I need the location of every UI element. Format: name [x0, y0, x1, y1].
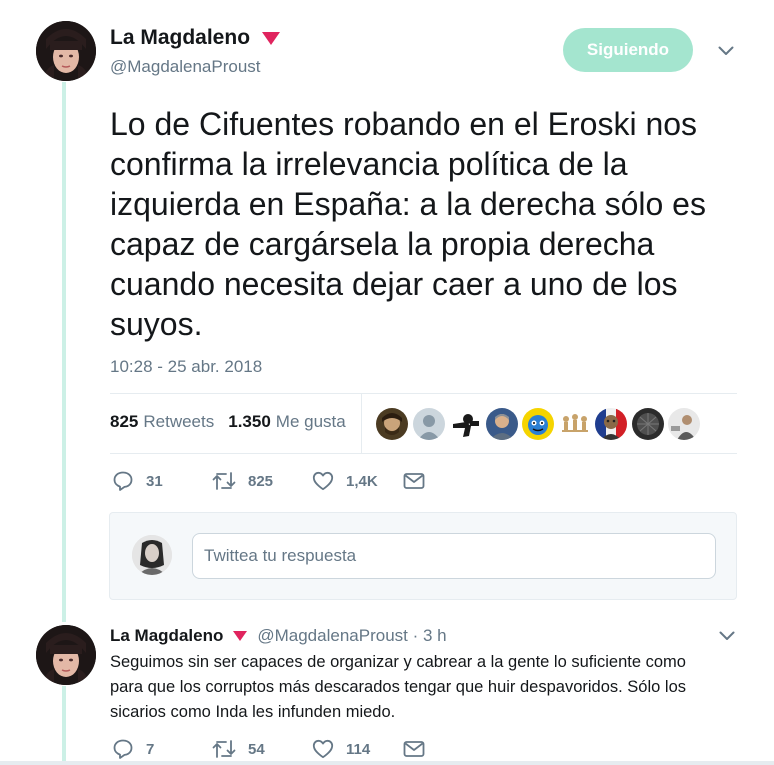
like-action[interactable]: 114 [312, 739, 403, 759]
likes-label[interactable]: Me gusta [276, 412, 346, 432]
reply-action[interactable]: 7 [112, 738, 212, 760]
liker-avatar[interactable] [485, 408, 518, 440]
retweet-icon [212, 472, 236, 490]
like-action[interactable]: 1,4K [312, 471, 403, 491]
tweet-stats: 825 Retweets 1.350 Me gusta [110, 412, 346, 432]
retweets-label[interactable]: Retweets [143, 412, 214, 432]
stats-separator [361, 393, 362, 454]
reply-header: La Magdaleno @MagdalenaProust · 3 h [110, 626, 447, 646]
liker-avatar[interactable] [412, 408, 445, 440]
likes-count[interactable]: 1.350 [228, 412, 271, 432]
retweets-count[interactable]: 825 [110, 412, 138, 432]
liker-avatar[interactable] [595, 408, 627, 440]
divider [110, 453, 737, 454]
retweet-action[interactable]: 825 [212, 470, 312, 492]
retweet-count: 825 [248, 472, 274, 490]
liker-avatar[interactable] [449, 408, 481, 440]
liker-avatar[interactable] [631, 408, 664, 440]
triangle-badge-icon [262, 31, 281, 45]
reply-input[interactable] [192, 533, 716, 579]
liker-avatar[interactable] [668, 408, 700, 440]
reply-count: 31 [146, 472, 163, 490]
author-name[interactable]: La Magdaleno [110, 26, 281, 50]
bottom-border [0, 761, 774, 765]
message-action[interactable] [403, 472, 425, 490]
retweet-action[interactable]: 54 [212, 738, 312, 760]
envelope-icon [403, 473, 425, 489]
reply-action[interactable]: 31 [112, 470, 212, 492]
like-count: 114 [346, 740, 371, 758]
reply-meta[interactable]: @MagdalenaProust · 3 h [257, 626, 446, 646]
reply-author-name[interactable]: La Magdaleno [110, 626, 223, 646]
reply-actions: 7 54 114 [112, 738, 425, 760]
liker-avatars [376, 408, 705, 440]
liker-avatar[interactable] [376, 408, 408, 440]
divider [110, 393, 737, 394]
reply-composer [109, 512, 737, 600]
author-handle[interactable]: @MagdalenaProust [110, 57, 261, 77]
author-name-text[interactable]: La Magdaleno [110, 26, 250, 50]
like-count: 1,4K [346, 472, 378, 490]
chevron-down-icon[interactable] [716, 627, 738, 645]
following-button[interactable]: Siguiendo [563, 28, 693, 72]
heart-icon [312, 739, 334, 759]
thread-line [62, 82, 66, 622]
liker-avatar[interactable] [522, 408, 554, 440]
current-user-avatar [132, 535, 172, 575]
triangle-badge-icon [233, 631, 248, 641]
retweet-count: 54 [248, 740, 265, 758]
message-action[interactable] [403, 740, 425, 758]
chevron-down-icon[interactable] [715, 42, 737, 60]
tweet-text: Lo de Cifuentes robando en el Eroski nos… [110, 106, 706, 342]
reply-count: 7 [146, 740, 155, 758]
thread-line-continuation [62, 686, 66, 765]
author-avatar[interactable] [36, 21, 96, 81]
tweet-actions: 31 825 1,4K [112, 470, 425, 492]
heart-icon [312, 471, 334, 491]
reply-text: Seguimos sin ser capaces de organizar y … [110, 653, 687, 721]
envelope-icon [403, 741, 425, 757]
reply-bubble-icon [113, 739, 133, 759]
reply-bubble-icon [113, 471, 133, 491]
tweet-timestamp[interactable]: 10:28 - 25 abr. 2018 [110, 357, 262, 377]
retweet-icon [212, 740, 236, 758]
reply-author-avatar[interactable] [36, 625, 96, 685]
liker-avatar[interactable] [558, 408, 591, 440]
